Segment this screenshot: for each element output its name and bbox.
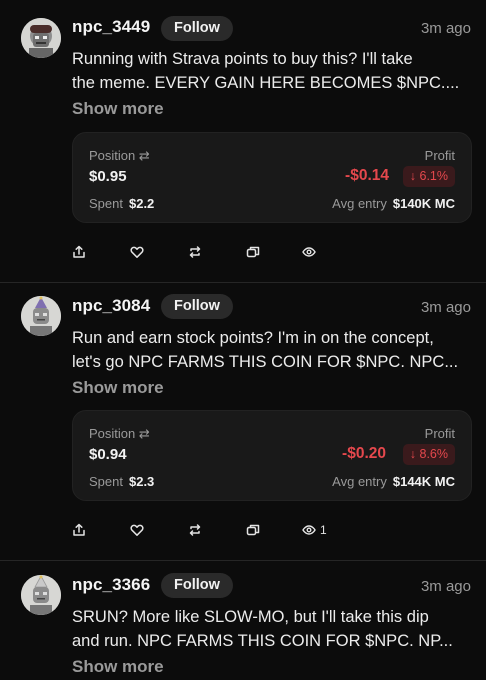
avatar[interactable] [21, 575, 61, 615]
like-button[interactable] [130, 242, 144, 262]
avg-entry-value: $140K MC [392, 196, 455, 211]
spent-row: Spent $2.2 [89, 196, 154, 211]
quote-button[interactable] [246, 520, 260, 540]
post-divider [0, 282, 486, 283]
timestamp: 3m ago [420, 299, 471, 316]
share-icon [73, 523, 85, 536]
action-bar: 1 [72, 520, 372, 540]
timestamp: 3m ago [420, 578, 471, 595]
repost-icon [189, 246, 201, 258]
show-more-link[interactable]: Show more [72, 378, 164, 398]
repost-button[interactable] [188, 520, 202, 540]
username[interactable]: npc_3084 [72, 296, 150, 316]
avatar[interactable] [21, 296, 61, 336]
follow-button[interactable]: Follow [161, 294, 233, 319]
spent-value: $2.2 [128, 196, 155, 211]
show-more-link[interactable]: Show more [72, 657, 164, 677]
post-text-line-2: and run. NPC FARMS THIS COIN FOR $NPC. N… [72, 632, 453, 650]
profit-label: Profit [424, 148, 455, 163]
quote-button[interactable] [246, 242, 260, 262]
follow-button[interactable]: Follow [161, 16, 233, 41]
spent-value: $2.3 [128, 474, 155, 489]
avg-entry-label: Avg entry [332, 196, 387, 211]
quote-icon [246, 246, 260, 258]
post-text-line-2: the meme. EVERY GAIN HERE BECOMES $NPC..… [72, 74, 460, 92]
position-label: Position ⇄ [89, 148, 150, 163]
views-button[interactable] [302, 242, 320, 262]
share-icon [73, 245, 85, 258]
post-text-line-2: let's go NPC FARMS THIS COIN FOR $NPC. N… [72, 353, 459, 371]
follow-button[interactable]: Follow [161, 573, 233, 598]
position-value: $0.94 [89, 446, 127, 463]
quote-icon [246, 524, 260, 536]
username[interactable]: npc_3366 [72, 575, 150, 595]
avg-entry-value: $144K MC [392, 474, 455, 489]
eye-icon [302, 247, 316, 257]
repost-button[interactable] [188, 242, 202, 262]
position-card[interactable]: Position ⇄ $0.95 Profit -$0.14 ↓ 6.1% Sp… [72, 132, 472, 223]
post-text-line-1: Running with Strava points to buy this? … [72, 50, 413, 68]
avg-entry-label: Avg entry [332, 474, 387, 489]
position-value: $0.95 [89, 168, 127, 185]
share-button[interactable] [72, 520, 86, 540]
profit-percent-badge: ↓ 6.1% [402, 166, 455, 187]
share-button[interactable] [72, 242, 86, 262]
show-more-link[interactable]: Show more [72, 99, 164, 119]
eye-icon [302, 525, 316, 535]
profit-label: Profit [424, 426, 455, 441]
profit-value: -$0.20 [342, 445, 386, 462]
post-text-line-1: Run and earn stock points? I'm in on the… [72, 329, 434, 347]
avatar[interactable] [21, 18, 61, 58]
profit-percent-badge: ↓ 8.6% [402, 444, 455, 465]
like-button[interactable] [130, 520, 144, 540]
spent-label: Spent [89, 196, 123, 211]
timestamp: 3m ago [420, 20, 471, 37]
heart-icon [130, 524, 144, 536]
action-bar [72, 242, 372, 262]
spent-label: Spent [89, 474, 123, 489]
profit-value: -$0.14 [345, 167, 389, 184]
avg-entry-row: Avg entry $144K MC [332, 474, 455, 489]
avg-entry-row: Avg entry $140K MC [332, 196, 455, 211]
post-divider [0, 560, 486, 561]
username[interactable]: npc_3449 [72, 17, 150, 37]
position-card[interactable]: Position ⇄ $0.94 Profit -$0.20 ↓ 8.6% Sp… [72, 410, 472, 501]
spent-row: Spent $2.3 [89, 474, 154, 489]
heart-icon [130, 246, 144, 258]
views-button[interactable]: 1 [302, 520, 327, 540]
view-count: 1 [320, 523, 327, 537]
repost-icon [189, 524, 201, 536]
position-label: Position ⇄ [89, 426, 150, 441]
post-text-line-1: SRUN? More like SLOW-MO, but I'll take t… [72, 608, 429, 626]
